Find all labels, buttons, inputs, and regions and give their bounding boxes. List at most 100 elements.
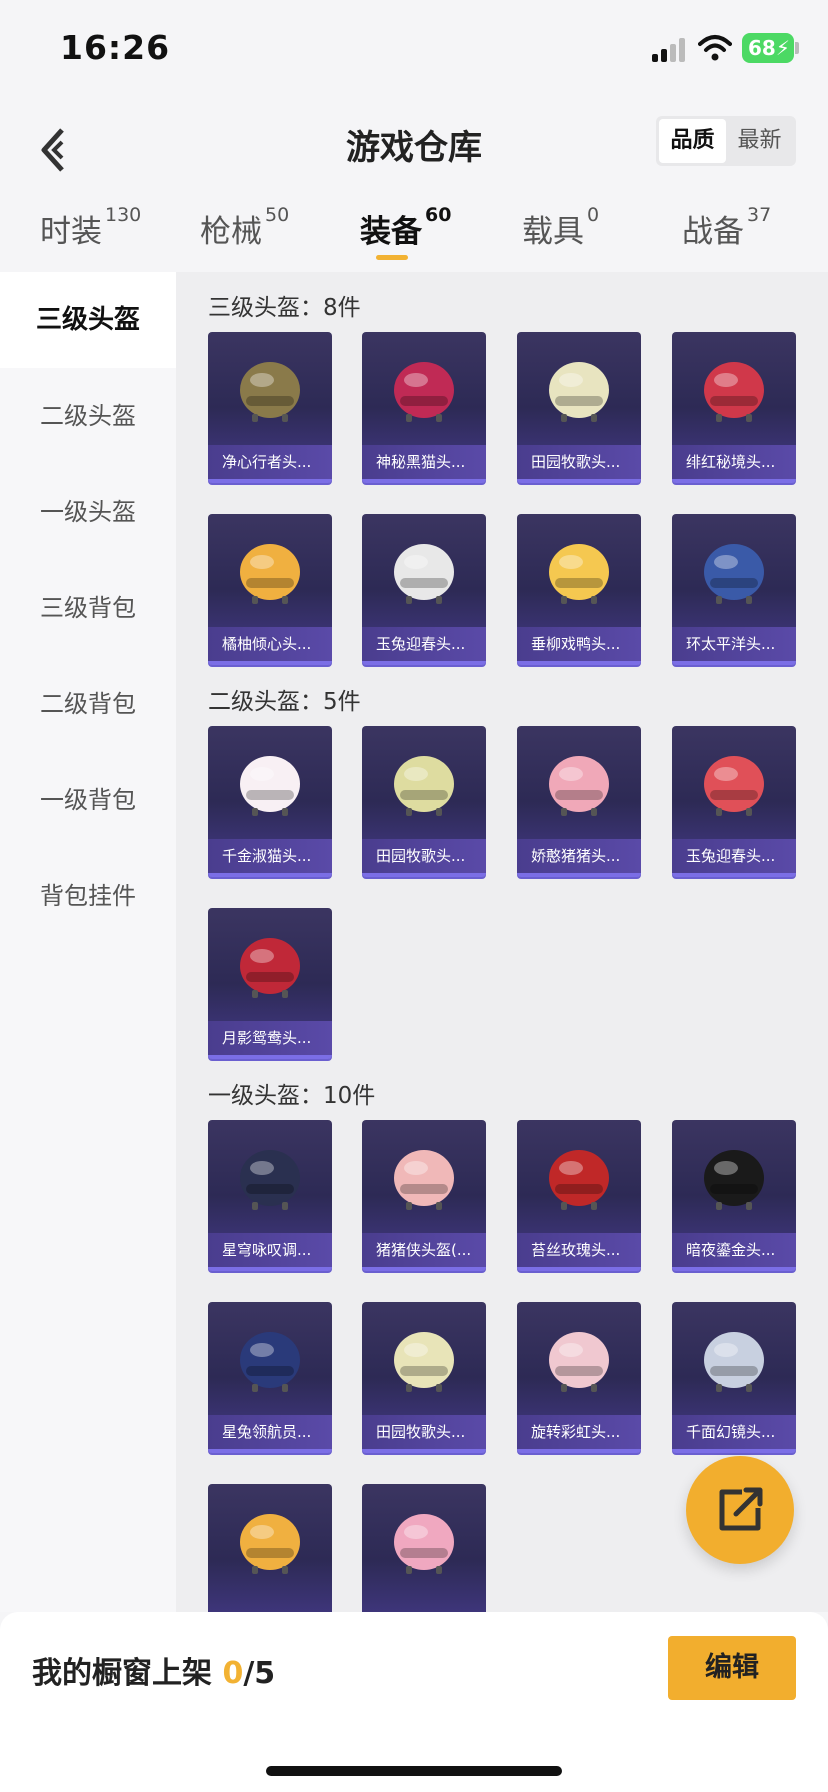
item-card[interactable]: 神秘黑猫头... <box>362 332 486 483</box>
sidebar-item-level3-backpack[interactable]: 三级背包 <box>0 560 176 656</box>
sidebar-item-level2-backpack[interactable]: 二级背包 <box>0 656 176 752</box>
tab-count: 60 <box>425 204 452 226</box>
sidebar-item-level1-helmet[interactable]: 一级头盔 <box>0 464 176 560</box>
helmet-icon <box>704 1150 764 1210</box>
bottom-bar: 我的橱窗上架 0/5 编辑 <box>0 1612 828 1792</box>
sort-quality-button[interactable]: 品质 <box>659 119 726 163</box>
item-card[interactable]: 千金淑猫头... <box>208 726 332 877</box>
tab-count: 0 <box>587 204 600 226</box>
item-grid: 三级头盔：8件 二级头盔：5件 一级头盔：10件 净心行者头... 神秘黑猫头..… <box>176 272 828 1612</box>
signal-icon <box>652 38 688 62</box>
battery-tip <box>795 42 799 54</box>
tab-label: 载具 <box>522 214 584 250</box>
tab-label: 枪械 <box>200 214 262 250</box>
home-indicator <box>266 1766 562 1776</box>
item-card[interactable]: 旋转彩虹头... <box>517 1302 641 1453</box>
helmet-icon <box>704 544 764 604</box>
item-card-label: 神秘黑猫头... <box>362 445 486 479</box>
tab-label: 战备 <box>682 214 744 250</box>
helmet-icon <box>549 362 609 422</box>
sidebar-item-level2-helmet[interactable]: 二级头盔 <box>0 368 176 464</box>
item-card[interactable]: 星穹咏叹调... <box>208 1120 332 1271</box>
sidebar: 三级头盔 二级头盔 一级头盔 三级背包 二级背包 一级背包 背包挂件 <box>0 272 176 1612</box>
wifi-icon <box>698 35 732 61</box>
item-card-label: 旋转彩虹头... <box>517 1415 641 1449</box>
tab-label: 时装 <box>40 214 102 250</box>
item-card[interactable]: 星兔领航员... <box>208 1302 332 1453</box>
tab-fashion[interactable]: 时装 130 <box>40 204 142 251</box>
item-card[interactable]: 橘柚倾心头... <box>208 514 332 665</box>
item-card-label: 玉兔迎春头... <box>362 627 486 661</box>
tab-guns[interactable]: 枪械 50 <box>200 204 290 251</box>
item-card[interactable]: 猪猪侠头盔(... <box>362 1120 486 1271</box>
item-card[interactable]: 净心行者头... <box>208 332 332 483</box>
helmet-icon <box>549 1150 609 1210</box>
battery-level: 68 <box>748 36 776 60</box>
item-card-label: 绯红秘境头... <box>672 445 796 479</box>
battery-indicator: 68⚡ <box>742 33 794 63</box>
sort-toggle: 品质 最新 <box>656 116 796 166</box>
status-time: 16:26 <box>60 28 171 67</box>
helmet-icon <box>394 756 454 816</box>
shelf-count: 0 <box>222 1656 244 1691</box>
item-card[interactable]: 绯红秘境头... <box>672 332 796 483</box>
helmet-icon <box>240 756 300 816</box>
item-card[interactable]: 环太平洋头... <box>672 514 796 665</box>
item-card-label: 苔丝玫瑰头... <box>517 1233 641 1267</box>
item-card-label: 月影鸳鸯头... <box>208 1021 332 1055</box>
item-card[interactable]: 娇憨猪猪头... <box>517 726 641 877</box>
item-card[interactable]: 田园牧歌头... <box>517 332 641 483</box>
tab-equipment[interactable]: 装备 60 <box>360 204 452 251</box>
tab-vehicles[interactable]: 载具 0 <box>522 204 600 251</box>
item-card-label: 千面幻镜头... <box>672 1415 796 1449</box>
share-button[interactable] <box>686 1456 794 1564</box>
item-card-label: 娇憨猪猪头... <box>517 839 641 873</box>
sort-newest-button[interactable]: 最新 <box>726 119 793 163</box>
tab-label: 装备 <box>360 214 422 250</box>
item-card[interactable]: 田园牧歌头... <box>362 726 486 877</box>
item-card[interactable]: 玉兔迎春头... <box>362 514 486 665</box>
item-card-label: 环太平洋头... <box>672 627 796 661</box>
shelf-label: 我的橱窗上架 <box>32 1656 223 1691</box>
section-title: 一级头盔：10件 <box>208 1083 376 1109</box>
helmet-icon <box>704 1332 764 1392</box>
sidebar-item-level3-helmet[interactable]: 三级头盔 <box>0 272 176 368</box>
section-title: 三级头盔：8件 <box>208 295 361 321</box>
tab-count: 130 <box>105 204 142 226</box>
helmet-icon <box>240 938 300 998</box>
helmet-icon <box>240 1514 300 1574</box>
item-card-label: 星兔领航员... <box>208 1415 332 1449</box>
item-card-label: 千金淑猫头... <box>208 839 332 873</box>
helmet-icon <box>704 362 764 422</box>
item-card[interactable]: 田园牧歌头... <box>362 1302 486 1453</box>
tab-count: 50 <box>265 204 290 226</box>
helmet-icon <box>394 544 454 604</box>
sidebar-item-backpack-charm[interactable]: 背包挂件 <box>0 848 176 944</box>
section-title: 二级头盔：5件 <box>208 689 361 715</box>
helmet-icon <box>394 1514 454 1574</box>
helmet-icon <box>240 1332 300 1392</box>
edit-button[interactable]: 编辑 <box>668 1636 796 1700</box>
item-card-label: 田园牧歌头... <box>517 445 641 479</box>
item-card-label: 橘柚倾心头... <box>208 627 332 661</box>
item-card-label: 猪猪侠头盔(... <box>362 1233 486 1267</box>
helmet-icon <box>549 544 609 604</box>
item-card-label: 玉兔迎春头... <box>672 839 796 873</box>
item-card[interactable]: 暗夜鎏金头... <box>672 1120 796 1271</box>
tab-count: 37 <box>747 204 772 226</box>
share-icon <box>719 1487 763 1531</box>
item-card[interactable]: 千面幻镜头... <box>672 1302 796 1453</box>
item-card-label: 田园牧歌头... <box>362 1415 486 1449</box>
sidebar-item-level1-backpack[interactable]: 一级背包 <box>0 752 176 848</box>
item-card[interactable]: 月影鸳鸯头... <box>208 908 332 1059</box>
item-card-label: 净心行者头... <box>208 445 332 479</box>
shelf-status: 我的橱窗上架 0/5 <box>32 1648 275 1692</box>
item-card[interactable] <box>208 1484 332 1612</box>
item-card[interactable]: 玉兔迎春头... <box>672 726 796 877</box>
tab-supplies[interactable]: 战备 37 <box>682 204 772 251</box>
item-card-label: 垂柳戏鸭头... <box>517 627 641 661</box>
helmet-icon <box>549 756 609 816</box>
item-card[interactable]: 垂柳戏鸭头... <box>517 514 641 665</box>
item-card[interactable] <box>362 1484 486 1612</box>
item-card[interactable]: 苔丝玫瑰头... <box>517 1120 641 1271</box>
